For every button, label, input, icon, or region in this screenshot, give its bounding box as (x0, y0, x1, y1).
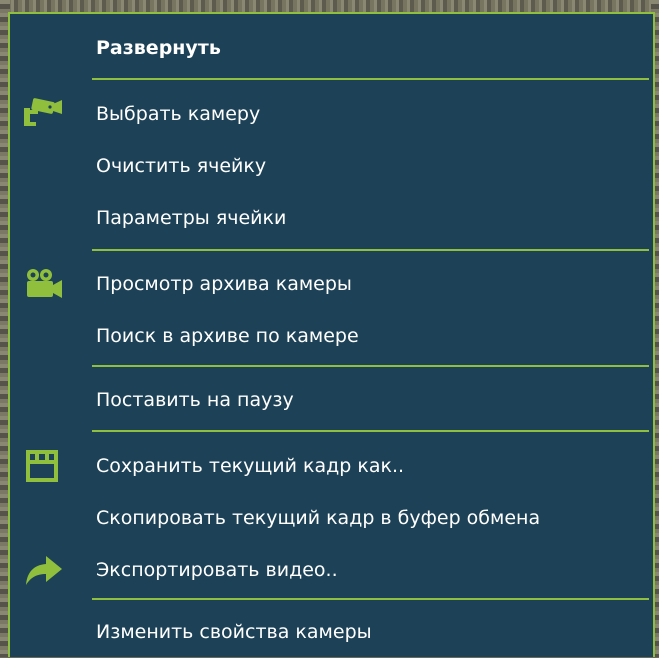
save-floppy-icon (20, 446, 66, 486)
menu-item-select-camera[interactable]: Выбрать камеру (10, 88, 653, 140)
menu-separator (92, 365, 649, 367)
menu-item-label: Скопировать текущий кадр в буфер обмена (96, 507, 541, 529)
menu-item-copy-frame[interactable]: Скопировать текущий кадр в буфер обмена (10, 492, 653, 544)
video-camera-icon (20, 264, 66, 304)
menu-item-save-frame[interactable]: Сохранить текущий кадр как.. (10, 440, 653, 492)
share-arrow-icon (20, 550, 66, 590)
menu-item-cell-settings[interactable]: Параметры ячейки (10, 192, 653, 244)
security-camera-icon (20, 94, 66, 134)
menu-separator (92, 249, 649, 251)
menu-item-camera-properties[interactable]: Изменить свойства камеры (10, 606, 653, 658)
context-menu: Развернуть Выбрать камеру Очистить ячейк… (8, 12, 655, 657)
menu-item-label: Экспортировать видео.. (96, 559, 338, 581)
menu-item-label: Поиск в архиве по камере (96, 325, 359, 347)
menu-separator (92, 78, 649, 80)
menu-item-expand[interactable]: Развернуть (10, 22, 653, 74)
menu-item-label: Сохранить текущий кадр как.. (96, 455, 405, 477)
menu-item-label: Поставить на паузу (96, 389, 294, 411)
menu-item-pause[interactable]: Поставить на паузу (10, 374, 653, 426)
menu-item-search-archive[interactable]: Поиск в архиве по камере (10, 310, 653, 362)
menu-item-clear-cell[interactable]: Очистить ячейку (10, 140, 653, 192)
menu-item-label: Выбрать камеру (96, 103, 261, 125)
menu-item-label: Очистить ячейку (96, 155, 267, 177)
menu-item-label: Параметры ячейки (96, 207, 287, 229)
menu-item-label: Изменить свойства камеры (96, 621, 372, 643)
menu-separator (92, 430, 649, 432)
menu-item-label: Развернуть (96, 37, 221, 59)
menu-item-view-archive[interactable]: Просмотр архива камеры (10, 258, 653, 310)
menu-separator (92, 598, 649, 600)
menu-item-label: Просмотр архива камеры (96, 273, 352, 295)
menu-item-export-video[interactable]: Экспортировать видео.. (10, 544, 653, 596)
